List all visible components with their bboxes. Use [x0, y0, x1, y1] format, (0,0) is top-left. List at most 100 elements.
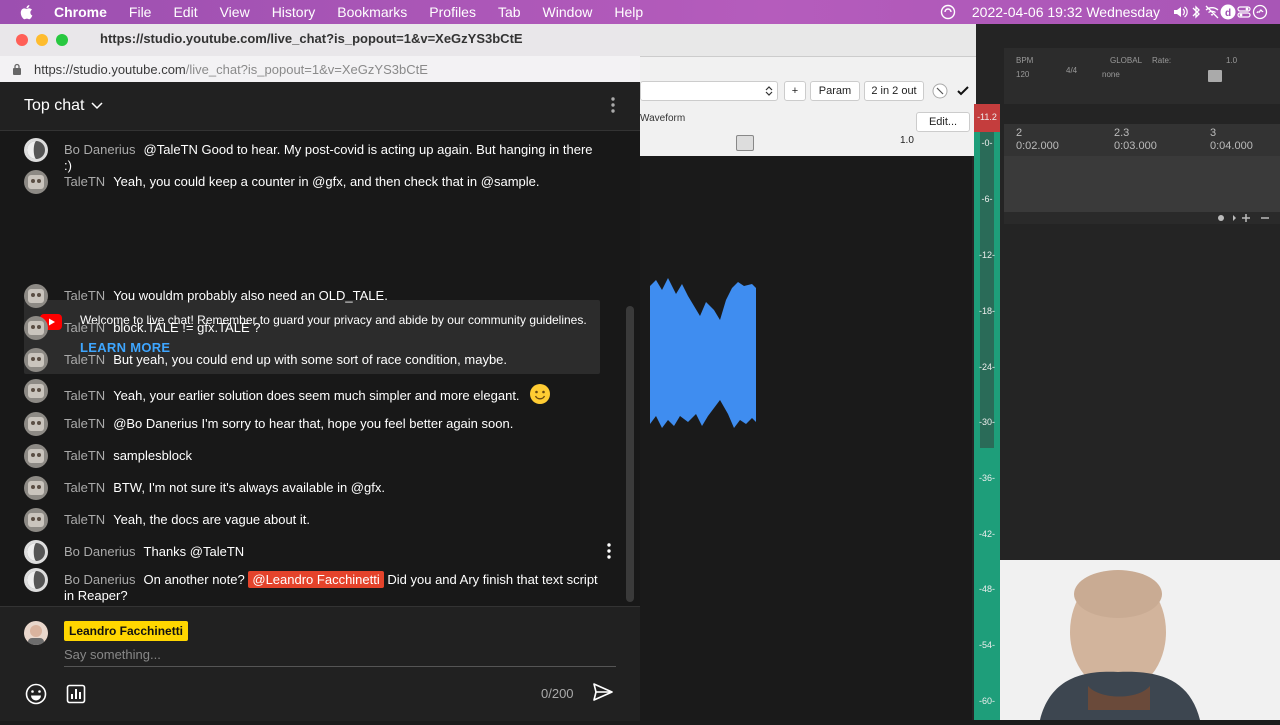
message-author[interactable]: TaleTN [64, 480, 105, 495]
more-vert-icon[interactable] [610, 96, 616, 114]
send-icon[interactable] [593, 683, 613, 701]
chat-input[interactable]: Say something... [64, 647, 161, 662]
menu-view[interactable]: View [220, 4, 250, 20]
chat-message[interactable]: TaleTN block.TALE != gfx.TALE ? [24, 316, 604, 340]
top-chat-dropdown[interactable]: Top chat [24, 97, 104, 115]
chat-message[interactable]: TaleTN Yeah, your earlier solution does s… [24, 379, 604, 405]
zoom-window-button[interactable] [56, 34, 68, 46]
meter-tick: -6- [981, 194, 993, 204]
menu-history[interactable]: History [272, 4, 316, 20]
message-author[interactable]: Bo Danerius [64, 142, 136, 157]
avatar[interactable] [24, 444, 48, 468]
avatar[interactable] [24, 170, 48, 194]
profile-d-icon[interactable]: d [1220, 4, 1236, 20]
global-none[interactable]: none [1102, 70, 1120, 79]
bluetooth-icon[interactable] [1188, 4, 1204, 20]
message-author[interactable]: TaleTN [64, 448, 105, 463]
rate-slider-knob[interactable] [1208, 70, 1222, 82]
zoom-controls-icon[interactable] [1216, 213, 1276, 223]
time-signature[interactable]: 4/4 [1066, 66, 1077, 75]
message-author[interactable]: Bo Danerius [64, 572, 136, 587]
screen-share-icon[interactable] [940, 4, 956, 20]
menu-help[interactable]: Help [614, 4, 643, 20]
message-author[interactable]: TaleTN [64, 388, 105, 403]
chat-message-list[interactable]: Bo Danerius @TaleTN Good to hear. My post… [0, 131, 624, 605]
chat-message[interactable]: TaleTN samplesblock [24, 444, 604, 468]
timeline-ruler[interactable]: 2 0:02.000 2.3 0:03.000 3 0:04.000 [1004, 124, 1280, 156]
avatar[interactable] [24, 412, 48, 436]
avatar[interactable] [24, 138, 48, 162]
minimize-window-button[interactable] [36, 34, 48, 46]
message-author[interactable]: Bo Danerius [64, 544, 136, 559]
avatar[interactable] [24, 379, 48, 403]
slider-knob[interactable] [736, 135, 754, 151]
chat-message[interactable]: TaleTN You wouldm probably also need an O… [24, 284, 604, 308]
menu-bookmarks[interactable]: Bookmarks [337, 4, 407, 20]
avatar[interactable] [24, 316, 48, 340]
menu-tab[interactable]: Tab [498, 4, 521, 20]
message-text: Yeah, you could keep a counter in @gfx, … [113, 174, 540, 189]
fx-param-button[interactable]: Param [810, 81, 860, 101]
meter-track [980, 132, 994, 448]
menu-app-chrome[interactable]: Chrome [54, 4, 107, 20]
menu-file[interactable]: File [129, 4, 152, 20]
menubar-clock[interactable]: 2022-04-06 19:32 Wednesday [972, 4, 1160, 20]
arrange-scrollbar[interactable] [1004, 212, 1280, 224]
fx-bypass-icon[interactable] [932, 83, 948, 99]
avatar[interactable] [24, 476, 48, 500]
fx-enable-check-icon[interactable] [956, 84, 970, 98]
menu-edit[interactable]: Edit [173, 4, 197, 20]
message-author[interactable]: TaleTN [64, 320, 105, 335]
avatar[interactable] [24, 540, 48, 564]
message-author[interactable]: TaleTN [64, 288, 105, 303]
message-author[interactable]: TaleTN [64, 416, 105, 431]
select-arrows-icon [765, 86, 773, 96]
chat-message[interactable]: TaleTN Yeah, you could keep a counter in … [24, 170, 604, 194]
message-text: @TaleTN Good to hear. My post-covid is a… [64, 142, 593, 173]
message-text: BTW, I'm not sure it's always available … [113, 480, 385, 495]
menu-profiles[interactable]: Profiles [429, 4, 476, 20]
track-lanes[interactable] [1004, 156, 1280, 212]
avatar[interactable] [24, 508, 48, 532]
fx-param-slider[interactable] [640, 133, 976, 153]
fx-io-button[interactable]: 2 in 2 out [864, 81, 924, 101]
chat-message[interactable]: TaleTN @Bo Danerius I'm sorry to hear tha… [24, 412, 604, 436]
poll-icon[interactable] [66, 684, 86, 704]
message-author[interactable]: TaleTN [64, 352, 105, 367]
control-center-icon[interactable] [1236, 4, 1252, 20]
fx-add-button[interactable]: + [784, 81, 806, 101]
avatar[interactable] [24, 284, 48, 308]
chat-message[interactable]: TaleTN Yeah, the docs are vague about it. [24, 508, 604, 532]
message-author[interactable]: TaleTN [64, 512, 105, 527]
volume-icon[interactable] [1172, 4, 1188, 20]
wifi-off-icon[interactable] [1204, 4, 1220, 20]
emoji-icon[interactable] [25, 683, 47, 705]
siri-icon[interactable] [1252, 4, 1268, 20]
chat-scrollbar[interactable] [626, 306, 634, 602]
apple-icon[interactable] [18, 3, 36, 21]
url-text[interactable]: https://studio.youtube.com/live_chat?is_… [34, 62, 428, 77]
svg-text:d: d [1225, 8, 1231, 19]
chat-message[interactable]: Bo Danerius @TaleTN Good to hear. My post… [24, 138, 604, 174]
chat-message[interactable]: TaleTN But yeah, you could end up with so… [24, 348, 604, 372]
fx-preset-select[interactable] [640, 81, 778, 101]
url-bar[interactable]: https://studio.youtube.com/live_chat?is_… [0, 56, 640, 83]
message-author[interactable]: TaleTN [64, 174, 105, 189]
chat-input-underline [64, 666, 616, 667]
fx-edit-button[interactable]: Edit... [916, 112, 970, 132]
lock-icon[interactable] [12, 63, 22, 75]
avatar[interactable] [24, 348, 48, 372]
bpm-value[interactable]: 120 [1016, 70, 1029, 79]
mention-chip[interactable]: @Leandro Facchinetti [248, 571, 384, 588]
chat-message[interactable]: TaleTN BTW, I'm not sure it's always avai… [24, 476, 604, 500]
meter-tick: -48- [978, 584, 995, 594]
fx-gfx-area [640, 156, 972, 720]
menu-window[interactable]: Window [543, 4, 593, 20]
message-text: samplesblock [113, 448, 192, 463]
message-more-icon[interactable] [606, 542, 612, 560]
chat-message[interactable]: Bo Danerius Thanks @TaleTN [24, 540, 611, 564]
window-titlebar[interactable]: https://studio.youtube.com/live_chat?is_… [0, 24, 640, 56]
chat-message[interactable]: Bo Danerius On another note? @Leandro Fac… [24, 568, 604, 604]
avatar[interactable] [24, 568, 48, 592]
close-window-button[interactable] [16, 34, 28, 46]
